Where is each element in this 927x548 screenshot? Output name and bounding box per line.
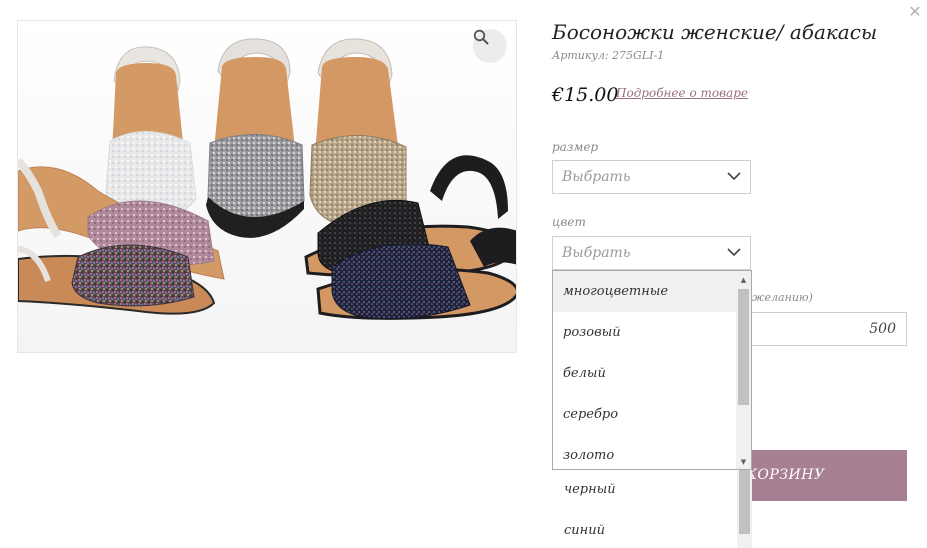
color-option[interactable]: черный — [552, 470, 736, 510]
color-option[interactable]: золото — [553, 435, 737, 469]
color-select-value: Выбрать — [562, 245, 631, 261]
color-option[interactable]: белый — [553, 353, 737, 394]
size-select[interactable]: Выбрать — [552, 160, 751, 194]
dropdown-scrollbar[interactable]: ▲ ▼ — [736, 271, 751, 469]
product-photo — [18, 21, 516, 352]
product-sku: Артикул: 275GLI-1 — [552, 49, 665, 62]
color-dropdown-list[interactable]: многоцветные розовый белый серебро золот… — [552, 270, 752, 470]
sandal-silver — [206, 38, 305, 238]
color-dropdown-overflow[interactable]: черный синий — [552, 470, 752, 548]
color-option[interactable]: многоцветные — [553, 271, 737, 312]
size-label: размер — [552, 140, 599, 154]
overflow-scrollbar[interactable] — [737, 470, 752, 548]
product-title: Босоножки женские/ абакасы — [552, 20, 878, 44]
chevron-down-icon — [727, 172, 741, 181]
chevron-down-icon — [727, 248, 741, 257]
overflow-scrollbar-thumb[interactable] — [739, 470, 750, 534]
scroll-up-icon[interactable]: ▲ — [736, 273, 751, 287]
dropdown-scrollbar-thumb[interactable] — [738, 289, 749, 405]
color-option[interactable]: синий — [552, 511, 736, 548]
color-option[interactable]: розовый — [553, 312, 737, 353]
size-select-value: Выбрать — [562, 169, 631, 185]
amount-label-fragment: желанию) — [752, 291, 813, 304]
search-icon — [473, 29, 489, 45]
amount-input[interactable]: 500 — [740, 312, 907, 346]
product-price: €15.00 — [552, 84, 619, 106]
color-option[interactable]: серебро — [553, 394, 737, 435]
product-image — [17, 20, 517, 353]
zoom-button[interactable] — [473, 29, 507, 63]
color-label: цвет — [552, 215, 586, 229]
product-details-link[interactable]: Подробнее о товаре — [616, 86, 748, 100]
scroll-down-icon[interactable]: ▼ — [736, 455, 751, 469]
close-icon[interactable]: ✕ — [905, 2, 925, 22]
color-select[interactable]: Выбрать — [552, 236, 751, 270]
